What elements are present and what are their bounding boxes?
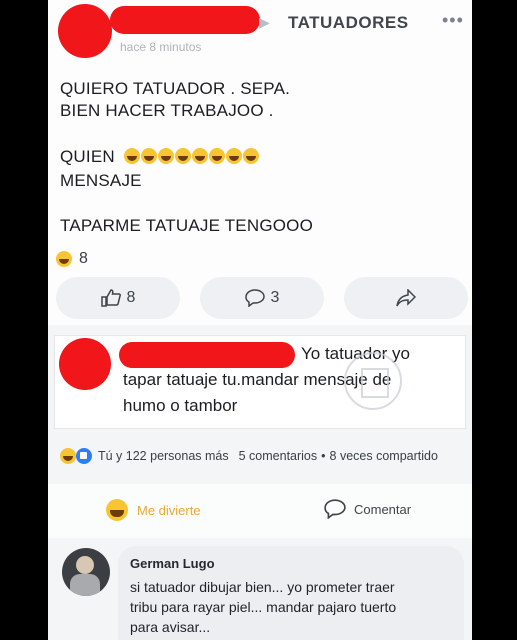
redacted-commenter-avatar xyxy=(59,338,111,390)
comment-text: si tatuador dibujar bien... yo prometer … xyxy=(130,579,397,635)
reaction-summary[interactable]: Tú y 122 personas más xyxy=(98,449,229,463)
laughing-emoji-icon xyxy=(174,148,191,164)
commenter-avatar[interactable] xyxy=(62,548,110,596)
comment-button[interactable]: 3 xyxy=(200,277,324,319)
post-line-4: MENSAJE xyxy=(60,171,142,190)
share-button[interactable] xyxy=(344,277,468,319)
post-line-1: QUIERO TATUADOR . SEPA. xyxy=(60,79,291,98)
react-label: Me divierte xyxy=(137,502,201,518)
comment-icon xyxy=(244,289,265,307)
redacted-avatar xyxy=(58,4,112,58)
redacted-author-name xyxy=(110,6,260,34)
comment-action-label: Comentar xyxy=(354,501,412,517)
comment-action-button[interactable]: Comentar xyxy=(324,499,411,519)
stats-separator: • xyxy=(321,449,326,463)
avatar-face xyxy=(76,556,94,574)
comment-icon xyxy=(324,499,346,519)
avatar-body xyxy=(70,574,100,596)
comment-item: German Lugo si tatuador dibujar bien... … xyxy=(48,538,472,640)
like-button[interactable]: 8 xyxy=(56,277,180,319)
haha-reaction-icon xyxy=(56,251,72,267)
group-name[interactable]: TATUADORES xyxy=(288,13,409,33)
like-reaction-icon xyxy=(76,448,92,464)
post-line-3: QUIEN xyxy=(60,146,260,168)
comment-screenshot: Yo tatuador yo tapar tatuaje tu.mandar m… xyxy=(54,335,466,429)
laughing-emoji-icon xyxy=(208,148,225,164)
screen: ▶ TATUADORES ••• hace 8 minutos QUIERO T… xyxy=(48,0,472,640)
haha-reaction-icon xyxy=(60,448,76,464)
post-reaction-count: 8 xyxy=(79,250,88,267)
action-bar: Me divierte Comentar xyxy=(48,484,472,538)
post-line-2: BIEN HACER TRABAJOO . xyxy=(60,101,274,120)
laughing-emoji-icon xyxy=(191,148,208,164)
laughing-emoji-icon xyxy=(123,148,140,164)
group-arrow-icon: ▶ xyxy=(259,14,270,30)
post-line-3-text: QUIEN xyxy=(60,147,115,166)
thumbs-up-icon xyxy=(100,289,121,307)
laughing-emoji-icon xyxy=(157,148,174,164)
laughing-emojis xyxy=(123,147,260,166)
laughing-emoji-icon xyxy=(140,148,157,164)
more-options-icon[interactable]: ••• xyxy=(442,10,464,31)
post-card: ▶ TATUADORES ••• hace 8 minutos QUIERO T… xyxy=(48,0,472,325)
share-summary[interactable]: 8 veces compartido xyxy=(330,449,438,463)
laughing-emoji-icon xyxy=(225,148,242,164)
haha-reaction-icon xyxy=(106,499,128,521)
redacted-commenter-name xyxy=(119,342,295,368)
laughing-emoji-icon xyxy=(242,148,259,164)
comment-summary[interactable]: 5 comentarios xyxy=(239,449,318,463)
like-count: 8 xyxy=(126,289,136,306)
post-stats[interactable]: Tú y 122 personas más 5 comentarios • 8 … xyxy=(60,448,438,464)
post-reactions[interactable]: 8 xyxy=(56,250,88,268)
comment-bubble: German Lugo si tatuador dibujar bien... … xyxy=(118,546,464,640)
watermark-logo xyxy=(344,352,402,410)
post-line-5: TAPARME TATUAJE TENGOOO xyxy=(60,216,314,235)
comment-line-3: humo o tambor xyxy=(123,396,238,415)
comment-author[interactable]: German Lugo xyxy=(130,556,215,571)
post-time[interactable]: hace 8 minutos xyxy=(120,40,201,54)
share-icon xyxy=(396,289,416,307)
react-button[interactable]: Me divierte xyxy=(106,499,201,521)
comment-count: 3 xyxy=(270,289,280,306)
